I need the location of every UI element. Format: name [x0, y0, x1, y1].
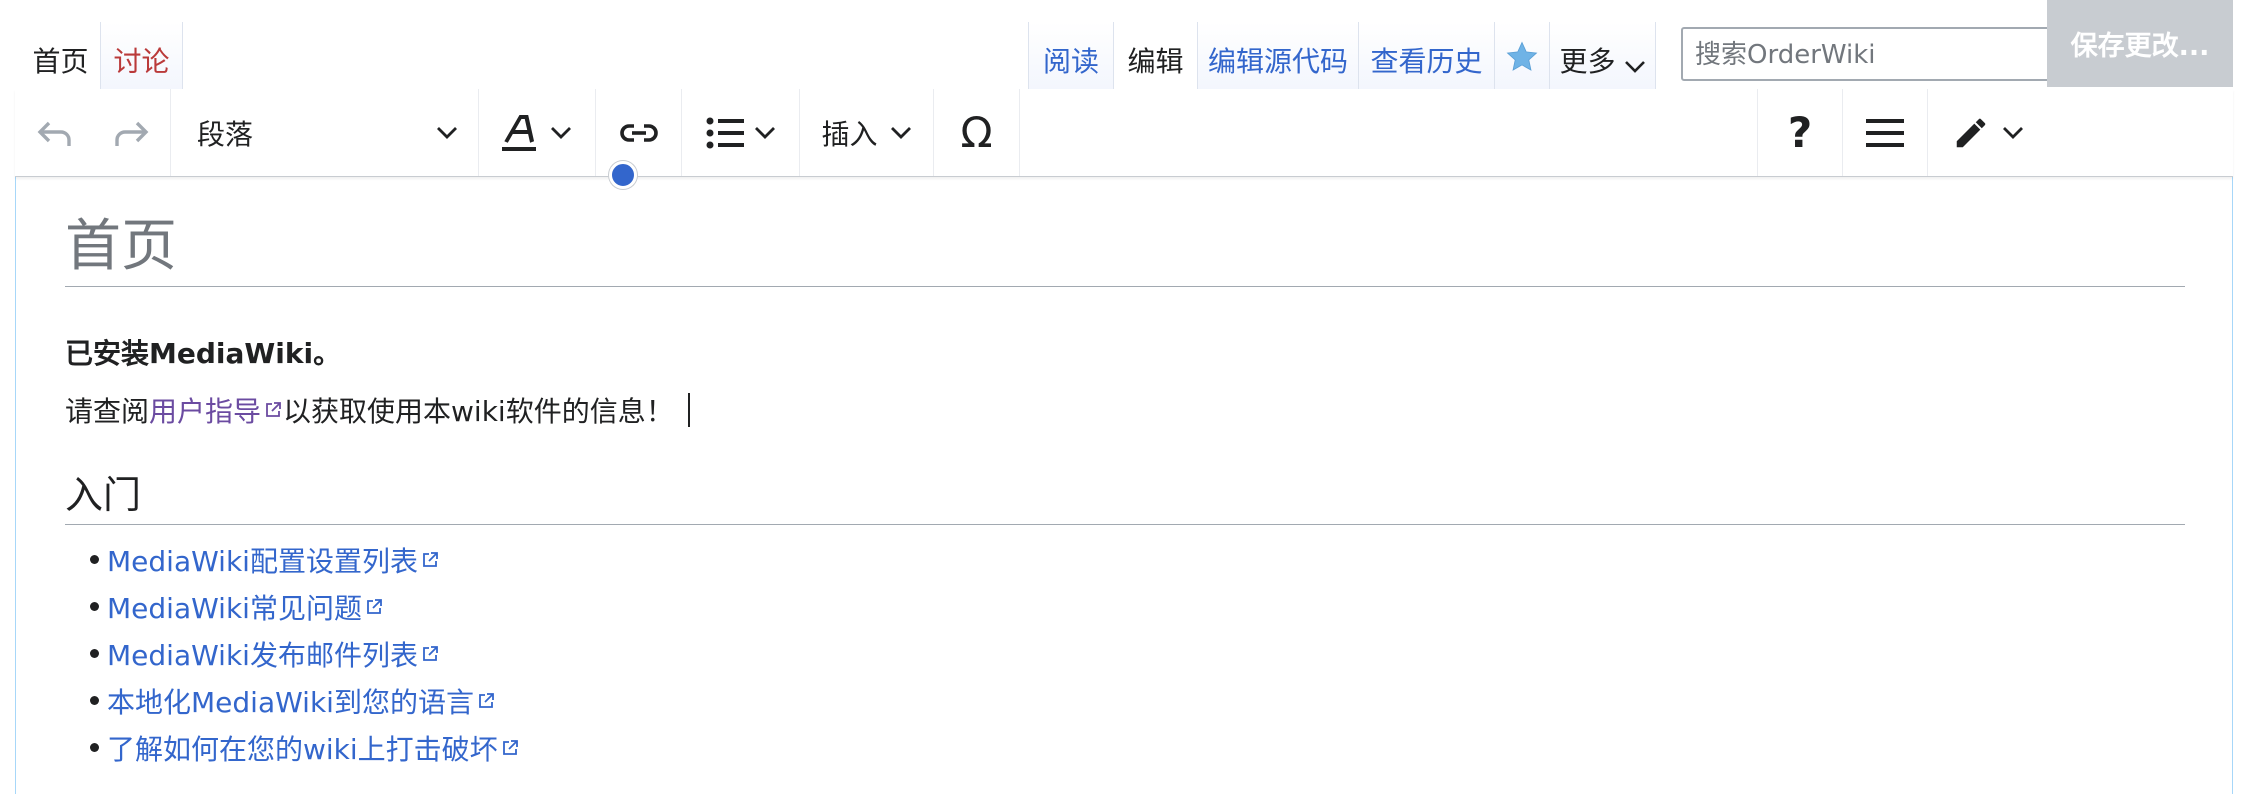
section-heading: 入门	[65, 470, 2185, 525]
list-link[interactable]: 了解如何在您的wiki上打击破坏	[107, 728, 498, 768]
undo-button[interactable]	[15, 89, 93, 176]
external-link-icon	[367, 598, 382, 614]
bullet	[90, 649, 99, 658]
bullet	[90, 696, 99, 705]
text-cursor	[687, 393, 690, 427]
tab-edit[interactable]: 编辑	[1113, 22, 1197, 90]
tab-main-page-label: 首页	[32, 45, 89, 78]
list-link[interactable]: 本地化MediaWiki到您的语言	[107, 681, 474, 721]
undo-icon	[37, 121, 71, 146]
list-link[interactable]: MediaWiki发布邮件列表	[107, 634, 418, 674]
text-style-dropdown[interactable]	[479, 89, 596, 176]
list-link[interactable]: MediaWiki配置设置列表	[107, 540, 418, 580]
link-context-handle[interactable]	[609, 161, 637, 189]
tab-edit-source[interactable]: 编辑源代码	[1197, 22, 1358, 90]
tab-view-history[interactable]: 查看历史	[1358, 22, 1494, 90]
chevron-down-icon	[2002, 126, 2023, 139]
list-item: MediaWiki常见问题	[90, 583, 520, 630]
chevron-down-icon	[1624, 61, 1645, 73]
external-link-icon	[479, 692, 494, 708]
list-item: MediaWiki配置设置列表	[90, 536, 520, 583]
list-item: 本地化MediaWiki到您的语言	[90, 677, 520, 724]
intro-bold-text: 已安装MediaWiki。	[65, 337, 342, 370]
external-link-icon	[423, 551, 438, 567]
star-icon	[1506, 41, 1538, 71]
paragraph-format-dropdown[interactable]: 段落	[171, 89, 479, 176]
chevron-down-icon	[551, 126, 571, 139]
editor-toolbar: 段落 插入 Ω ?	[15, 89, 2233, 177]
text-style-icon	[502, 114, 536, 151]
chevron-down-icon	[754, 126, 775, 139]
intro-text-before: 请查阅	[65, 395, 150, 428]
list-item: 了解如何在您的wiki上打击破坏	[90, 724, 520, 771]
bullet	[90, 743, 99, 752]
list-link[interactable]: MediaWiki常见问题	[107, 587, 362, 627]
link-icon	[619, 123, 658, 142]
page-title: 首页	[65, 218, 2185, 287]
redo-icon	[114, 121, 148, 146]
tab-discussion[interactable]: 讨论	[100, 22, 183, 90]
tab-read-label[interactable]: 阅读	[1043, 40, 1099, 80]
special-character-button[interactable]: Ω	[934, 89, 1020, 176]
tab-edit-label: 编辑	[1127, 45, 1184, 78]
tab-edit-source-label[interactable]: 编辑源代码	[1208, 40, 1348, 80]
external-link-icon	[423, 645, 438, 661]
help-icon: ?	[1787, 108, 1813, 157]
pencil-icon	[1956, 118, 1985, 147]
watch-button[interactable]	[1494, 22, 1549, 90]
intro-text-after: 以获取使用本wiki软件的信息！	[283, 395, 674, 428]
chevron-down-icon	[437, 126, 457, 139]
page-options-button[interactable]	[1842, 89, 1927, 176]
tabs-bar: 首页 讨论 阅读 编辑 编辑源代码 查看历史 更多	[0, 0, 2260, 90]
help-button[interactable]: ?	[1757, 89, 1842, 176]
omega-icon: Ω	[960, 108, 993, 157]
link-list: MediaWiki配置设置列表 MediaWiki常见问题 MediaWiki发…	[90, 536, 520, 771]
insert-label: 插入	[821, 117, 878, 151]
save-button-label: 保存更改...	[2070, 31, 2210, 62]
save-button[interactable]: 保存更改...	[2047, 0, 2233, 87]
bullet	[90, 602, 99, 611]
edit-mode-dropdown[interactable]	[1927, 89, 2047, 176]
more-menu[interactable]: 更多	[1549, 22, 1656, 90]
list-dropdown[interactable]	[682, 89, 800, 176]
external-link-icon	[502, 739, 518, 755]
more-menu-label: 更多	[1559, 45, 1616, 78]
tab-view-history-label[interactable]: 查看历史	[1370, 40, 1482, 80]
user-guide-link[interactable]: 用户指导	[149, 395, 261, 428]
paragraph-format-label: 段落	[197, 117, 254, 151]
insert-dropdown[interactable]: 插入	[800, 89, 934, 176]
bullet	[90, 555, 99, 564]
bullet-list-icon	[706, 117, 744, 148]
chevron-down-icon	[890, 126, 911, 139]
link-button[interactable]	[596, 89, 682, 176]
intro-paragraph: 请查阅用户指导 以获取使用本wiki软件的信息！	[65, 390, 690, 430]
list-item: MediaWiki发布邮件列表	[90, 630, 520, 677]
tab-read[interactable]: 阅读	[1028, 22, 1113, 90]
tab-main-page[interactable]: 首页	[21, 22, 100, 90]
external-link-icon	[266, 402, 281, 417]
redo-button[interactable]	[93, 89, 171, 176]
page: 首页 讨论 阅读 编辑 编辑源代码 查看历史 更多 搜索OrderWiki 段落…	[0, 0, 2260, 794]
menu-icon	[1866, 118, 1904, 147]
tab-discussion-label[interactable]: 讨论	[113, 40, 169, 80]
